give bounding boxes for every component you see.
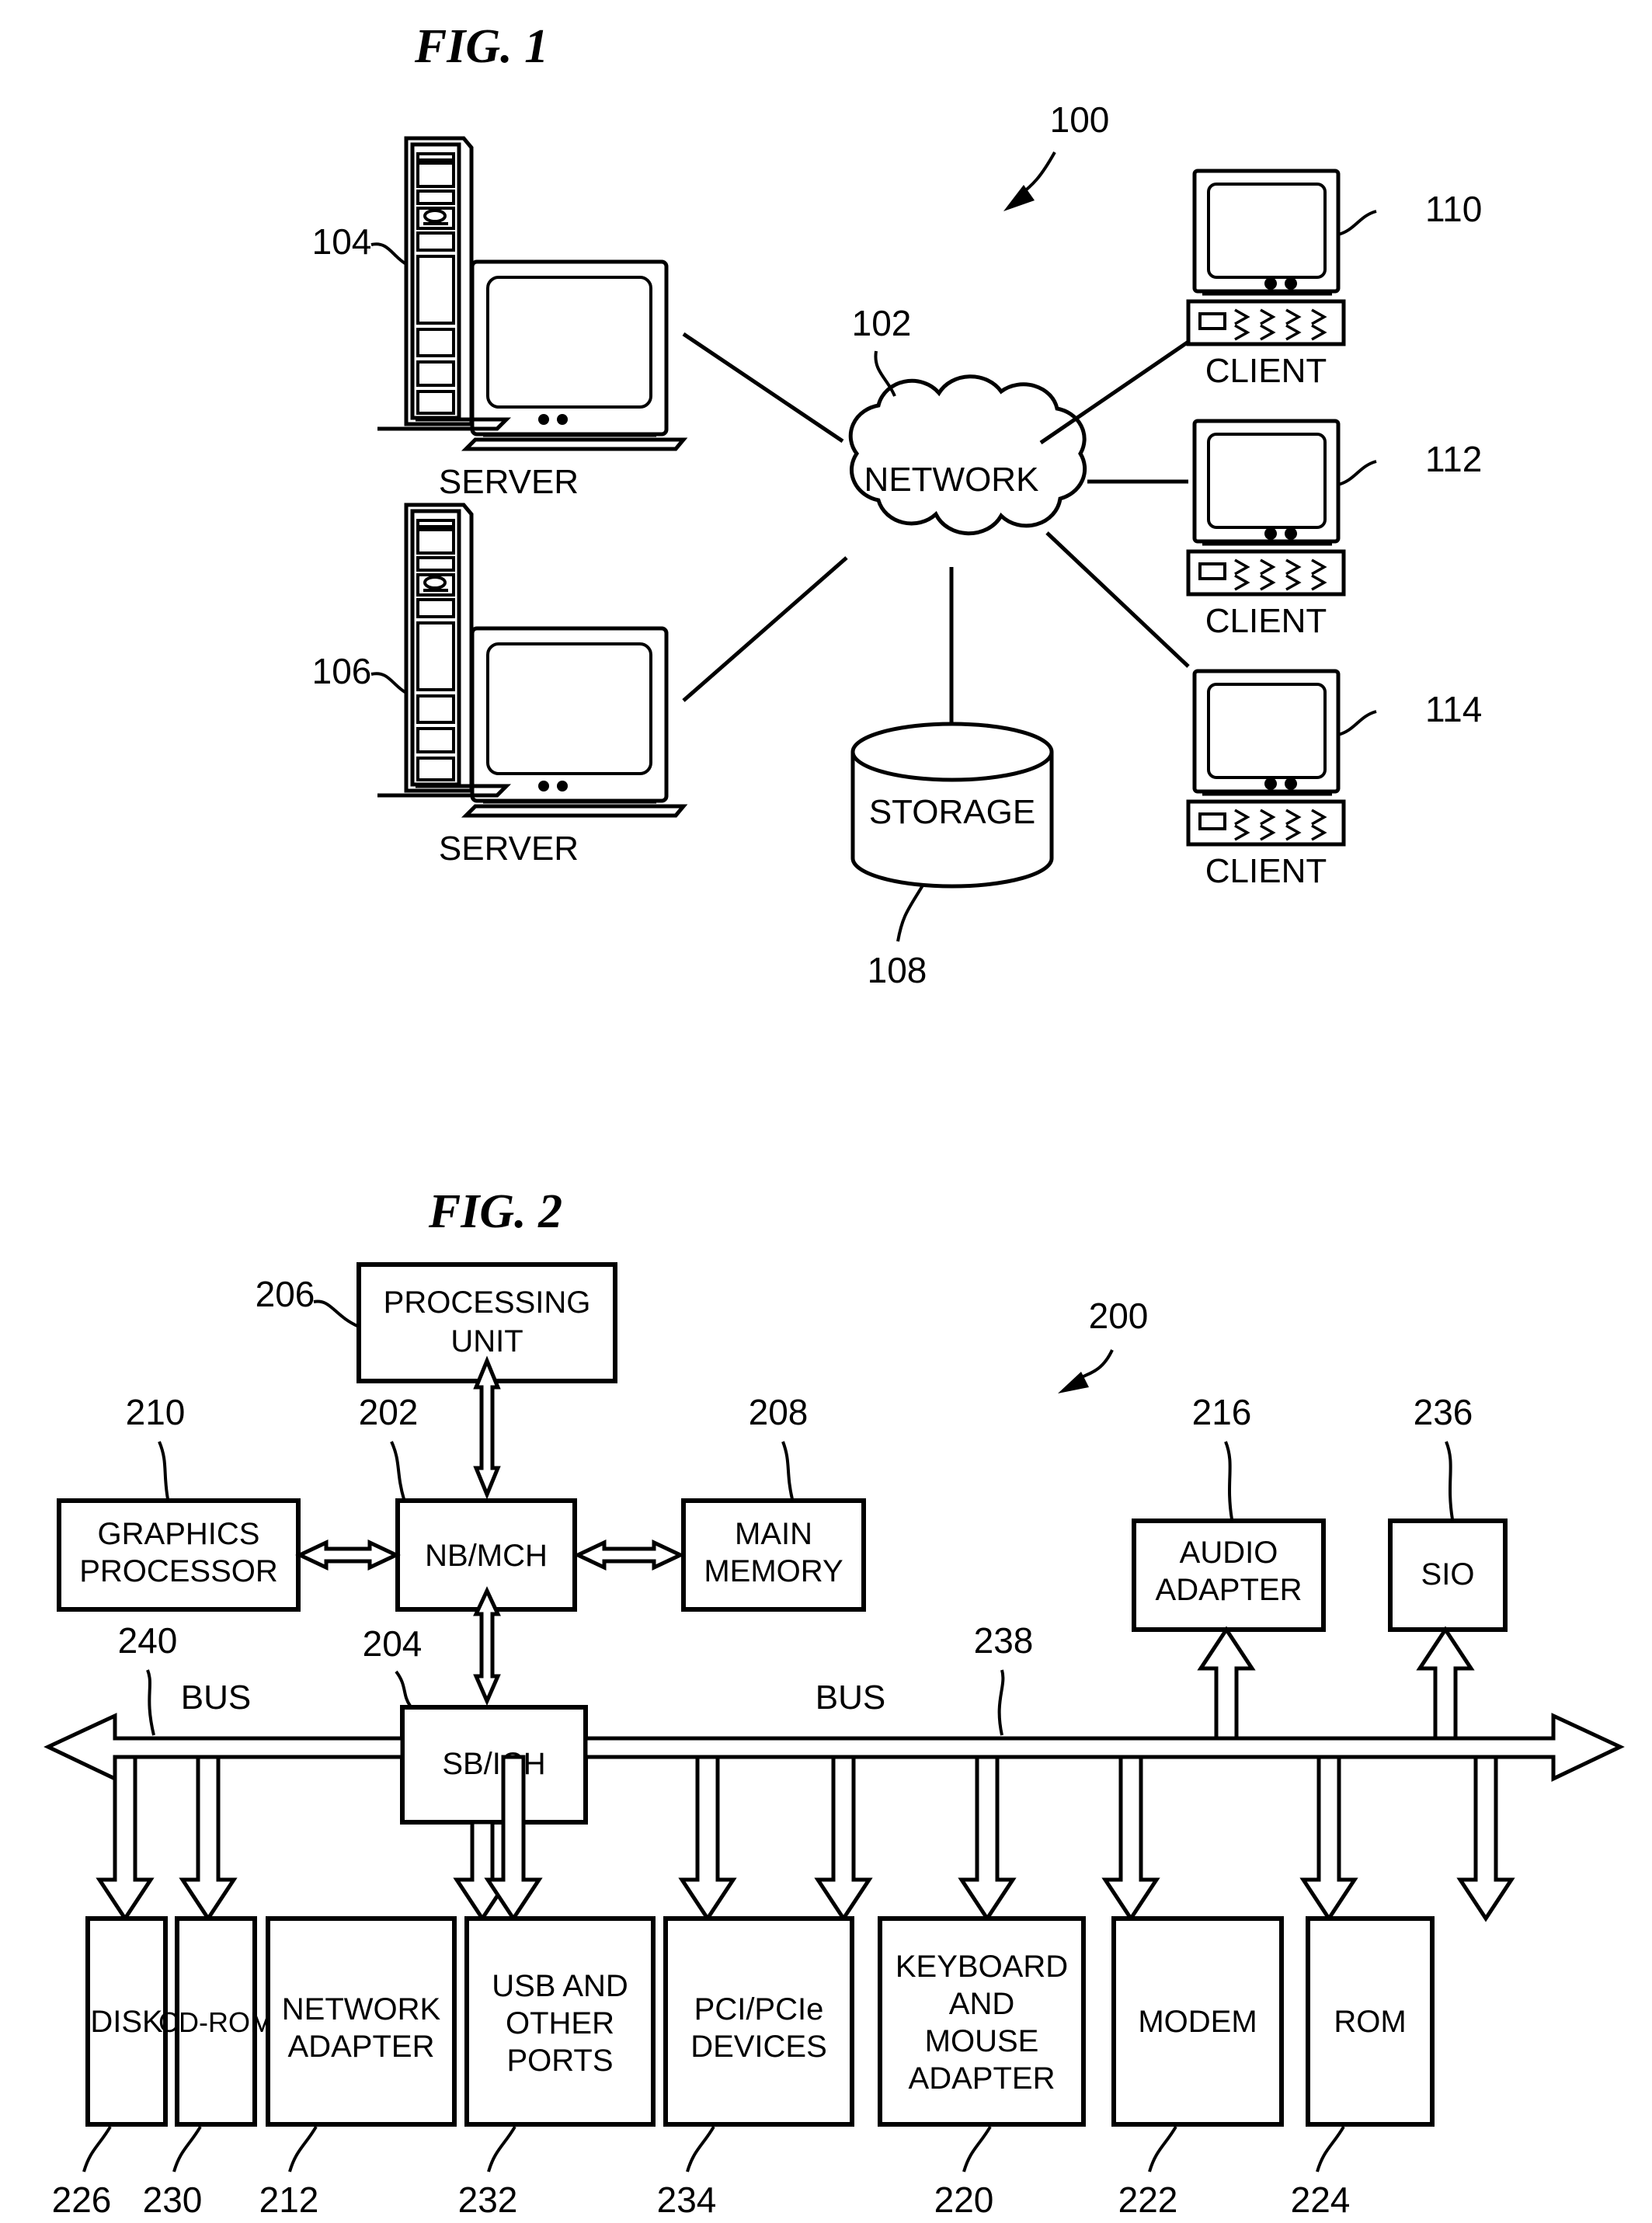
ref-208-label: 208 [749,1392,809,1432]
client-114-label: CLIENT [1205,852,1327,890]
processing-unit-label-line2: UNIT [450,1324,523,1358]
client-112-label: CLIENT [1205,602,1327,640]
ref-210-label: 210 [126,1392,186,1432]
ref-114-label: 114 [1425,689,1482,729]
network-adapter-label-line2: ADAPTER [288,2030,435,2064]
storage-label: STORAGE [869,793,1035,831]
audio-adapter-label-line2: ADAPTER [1156,1573,1302,1607]
usb-ports-label-line1: USB AND [492,1969,628,2003]
keyboard-mouse-adapter-label-line3: MOUSE [925,2024,1039,2058]
ref-220-label: 220 [934,2180,994,2220]
ref-206-label: 206 [256,1274,315,1314]
keyboard-mouse-adapter-label-line1: KEYBOARD [896,1950,1068,1984]
audio-adapter-label-line1: AUDIO [1180,1536,1278,1570]
ref-102-label: 102 [852,303,912,343]
ref-100-label: 100 [1050,99,1110,140]
ref-240-label: 240 [118,1620,178,1661]
client-110-label: CLIENT [1205,352,1327,390]
patent-figure-sheet: FIG. 1 100 SERVER 104 SERVER 106 NETWORK… [0,0,1652,2223]
figure-1-title: FIG. 1 [414,20,548,73]
cd-rom-label: CD-ROM [158,2006,273,2038]
ref-236-label: 236 [1414,1392,1473,1432]
ref-104-label: 104 [312,221,372,262]
ref-202-label: 202 [359,1392,419,1432]
main-memory-label-line1: MAIN [735,1517,812,1551]
server-106-label: SERVER [439,830,579,868]
figure-2-title: FIG. 2 [428,1185,562,1238]
graphics-processor-label-line2: PROCESSOR [79,1554,278,1588]
server-104-label: SERVER [439,463,579,501]
ref-224-label: 224 [1291,2180,1351,2220]
rom-label: ROM [1334,2005,1406,2039]
bus-left-label: BUS [181,1679,251,1717]
ref-230-label: 230 [143,2180,203,2220]
pci-devices-label-line2: DEVICES [690,2030,827,2064]
ref-200-label: 200 [1089,1296,1149,1336]
network-adapter-label-line1: NETWORK [282,1992,441,2026]
usb-ports-label-line3: PORTS [506,2044,613,2078]
keyboard-mouse-adapter-label-line4: ADAPTER [909,2061,1056,2096]
ref-234-label: 234 [657,2180,717,2220]
graphics-processor-label-line1: GRAPHICS [98,1517,260,1551]
ref-226-label: 226 [52,2180,112,2220]
modem-label: MODEM [1138,2005,1257,2039]
pci-devices-label-line1: PCI/PCIe [694,1992,824,2026]
ref-216-label: 216 [1192,1392,1252,1432]
network-label: NETWORK [864,461,1039,499]
sb-ich-label: SB/ICH [442,1747,545,1781]
ref-222-label: 222 [1118,2180,1178,2220]
ref-108-label: 108 [868,950,927,990]
ref-212-label: 212 [259,2180,319,2220]
usb-ports-label-line2: OTHER [506,2006,614,2040]
ref-106-label: 106 [312,651,372,691]
sio-label: SIO [1421,1557,1475,1592]
keyboard-mouse-adapter-label-line2: AND [949,1987,1014,2021]
ref-112-label: 112 [1425,439,1482,479]
disk-label: DISK [90,2005,163,2039]
ref-204-label: 204 [363,1623,423,1664]
ref-232-label: 232 [458,2180,518,2220]
nb-mch-label: NB/MCH [425,1539,548,1573]
processing-unit-label-line1: PROCESSING [384,1285,591,1320]
ref-238-label: 238 [974,1620,1034,1661]
main-memory-label-line2: MEMORY [704,1554,843,1588]
ref-110-label: 110 [1425,189,1482,229]
bus-right-label: BUS [816,1679,885,1717]
